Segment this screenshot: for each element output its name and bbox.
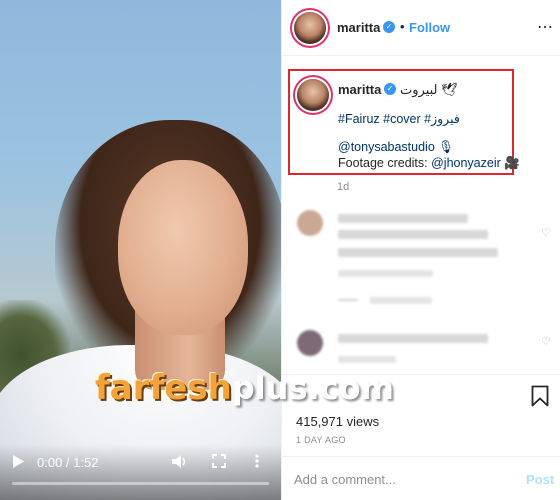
post-panel: maritta ✓ • Follow ⋯ maritta ✓ لبيروت 🕊 … xyxy=(281,0,560,500)
like-heart-icon[interactable]: ♡ xyxy=(541,335,551,348)
like-heart-icon[interactable]: ♡ xyxy=(541,226,551,239)
watermark-part2: plus.com xyxy=(231,369,394,407)
video-time: 0:00 / 1:52 xyxy=(37,455,99,470)
fullscreen-icon xyxy=(212,454,226,468)
video-player[interactable]: 0:00 / 1:52 xyxy=(0,0,281,500)
caption-age: 1d xyxy=(337,181,350,193)
post-comment-button[interactable]: Post xyxy=(526,472,554,487)
volume-button[interactable] xyxy=(172,454,188,472)
separator-dot: • xyxy=(400,19,405,34)
more-options-icon[interactable]: ⋯ xyxy=(537,17,553,37)
blurred-comment-line xyxy=(338,214,468,223)
caption-avatar[interactable] xyxy=(297,79,329,111)
watermark: farfeshplus.com xyxy=(95,368,394,408)
caption-title: لبيروت 🕊 xyxy=(400,82,458,97)
verified-badge-icon: ✓ xyxy=(383,21,395,33)
play-icon xyxy=(13,455,24,468)
caption-audio-credit[interactable]: @tonysabastudio 🎙 xyxy=(338,140,454,155)
avatar[interactable] xyxy=(294,12,326,44)
follow-button[interactable]: Follow xyxy=(409,20,450,35)
blurred-comment-meta xyxy=(338,270,433,277)
post-header: maritta ✓ • Follow ⋯ xyxy=(282,0,560,56)
header-username[interactable]: maritta xyxy=(337,20,380,35)
post-date: 1 DAY AGO xyxy=(296,435,346,445)
comment-avatar[interactable] xyxy=(297,330,323,356)
view-count[interactable]: 415,971 views xyxy=(296,414,379,429)
footage-handle-link[interactable]: @jhonyazeir 🎥 xyxy=(431,156,520,170)
caption-hashtags[interactable]: #Fairuz #cover #فيروز xyxy=(338,111,460,126)
bookmark-icon xyxy=(531,385,549,407)
blurred-comment-line xyxy=(338,248,498,257)
caption-username[interactable]: maritta xyxy=(338,82,381,97)
save-button[interactable] xyxy=(531,385,549,412)
volume-icon xyxy=(172,455,186,468)
blurred-comment-line xyxy=(338,230,488,239)
caption-footage-credit: Footage credits: @jhonyazeir 🎥 xyxy=(338,156,520,171)
blurred-comment-meta xyxy=(370,297,432,304)
caption-highlight: maritta ✓ لبيروت 🕊 #Fairuz #cover #فيروز… xyxy=(288,69,520,175)
play-button[interactable] xyxy=(12,455,26,469)
fullscreen-button[interactable] xyxy=(212,454,226,471)
video-progress-bar[interactable] xyxy=(12,482,269,485)
blurred-comment-meta xyxy=(338,356,396,363)
blurred-comment-meta xyxy=(338,299,358,301)
comment-avatar[interactable] xyxy=(297,210,323,236)
video-controls xyxy=(0,444,281,500)
footage-prefix: Footage credits: xyxy=(338,156,432,170)
comment-input[interactable] xyxy=(294,470,504,488)
comment-form: Post xyxy=(282,456,560,500)
blurred-comment-line xyxy=(338,334,488,343)
more-vertical-icon xyxy=(255,454,259,468)
video-frame-face xyxy=(118,160,248,335)
video-more-button[interactable] xyxy=(254,454,260,471)
watermark-part1: farfesh xyxy=(95,368,232,408)
caption-verified-badge-icon: ✓ xyxy=(384,83,396,95)
